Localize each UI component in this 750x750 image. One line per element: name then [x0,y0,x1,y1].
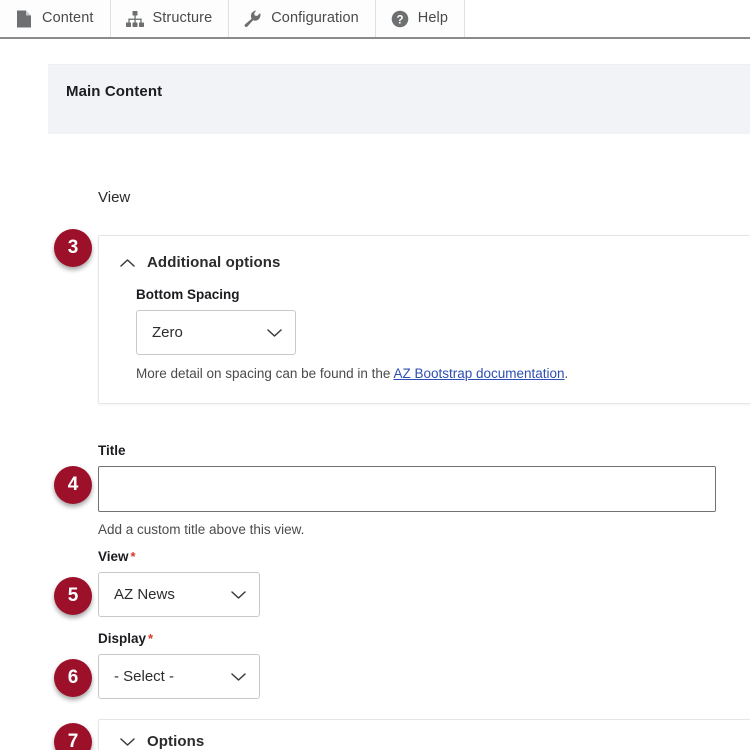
step-badge-3: 3 [54,229,92,267]
required-marker: * [148,631,154,646]
step-badge-6: 6 [54,659,92,697]
help-prefix: More detail on spacing can be found in t… [136,366,394,381]
page-body: Main Content View 3 Additional options B… [0,39,750,750]
display-field-label: Display * [98,631,260,646]
bottom-spacing-label: Bottom Spacing [136,287,240,302]
step-badge-4: 4 [54,466,92,504]
view-field-label-text: View [98,549,129,564]
toolbar-tab-content[interactable]: Content [0,0,111,37]
step-badge-number: 3 [67,237,79,258]
chevron-down-icon [119,734,135,750]
additional-options-card: Additional options Bottom Spacing Zero M… [98,235,750,404]
additional-options-title: Additional options [147,254,281,271]
step-badge-number: 4 [67,474,79,495]
view-field-group: View * AZ News [98,549,260,617]
az-bootstrap-documentation-link[interactable]: AZ Bootstrap documentation [393,366,564,381]
additional-options-body: Bottom Spacing Zero More detail on spaci… [99,287,750,403]
step-badge-number: 7 [67,731,79,750]
options-title: Options [147,733,205,750]
toolbar-tab-label: Content [42,10,94,27]
document-icon [15,10,33,28]
chevron-down-icon [266,325,282,341]
question-circle-icon: ? [391,10,409,28]
required-marker: * [130,549,136,564]
view-field-label: View * [98,549,260,564]
toolbar-tab-label: Configuration [271,10,359,27]
svg-text:?: ? [396,14,403,26]
bottom-spacing-value: Zero [152,324,183,341]
view-select[interactable]: AZ News [98,572,260,617]
title-field-group: Title Add a custom title above this view… [98,443,716,537]
title-field-label: Title [98,443,126,458]
chevron-up-icon [119,255,135,271]
toolbar-tab-help[interactable]: ? Help [375,0,466,37]
view-section-label: View [98,189,131,206]
toolbar-spacer [465,0,750,37]
toolbar-tab-structure[interactable]: Structure [110,0,230,37]
admin-toolbar: Content Structure Configuration ? Help [0,0,750,39]
display-field-label-text: Display [98,631,147,646]
display-select[interactable]: - Select - [98,654,260,699]
step-badge-7: 7 [54,723,92,750]
options-card: Options [98,719,750,750]
title-input[interactable] [98,466,716,512]
toolbar-tab-label: Structure [152,10,213,27]
display-field-group: Display * - Select - [98,631,260,699]
bottom-spacing-help: More detail on spacing can be found in t… [136,366,749,381]
bottom-spacing-select[interactable]: Zero [136,310,296,355]
view-select-value: AZ News [114,586,175,603]
wrench-icon [244,10,262,28]
toolbar-tab-configuration[interactable]: Configuration [229,0,376,37]
step-badge-5: 5 [54,577,92,615]
options-header[interactable]: Options [99,720,750,750]
chevron-down-icon [230,669,246,685]
sitemap-icon [125,10,144,28]
toolbar-tab-label: Help [417,10,449,27]
title-field-description: Add a custom title above this view. [98,522,305,537]
step-badge-number: 6 [67,667,79,688]
page-title: Main Content [66,83,163,100]
chevron-down-icon [230,587,246,603]
additional-options-header[interactable]: Additional options [99,236,750,287]
display-select-value: - Select - [114,668,175,685]
step-badge-number: 5 [67,585,79,606]
help-suffix: . [564,366,569,381]
main-content-panel: Main Content [48,64,750,134]
